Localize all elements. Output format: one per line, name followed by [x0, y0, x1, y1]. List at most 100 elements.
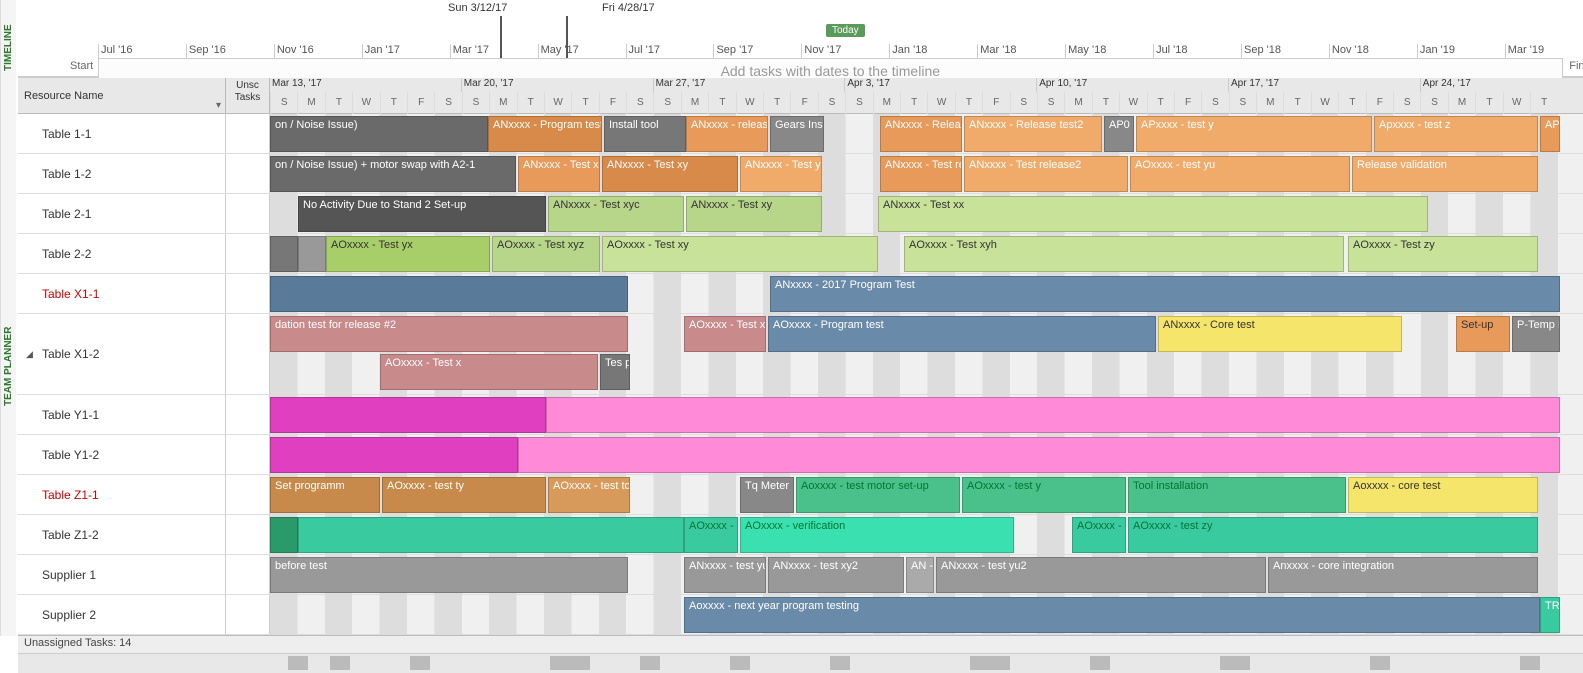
- resource-name[interactable]: Table Z1-1: [18, 475, 226, 514]
- task-bar[interactable]: ANxxxx - Test xx: [878, 196, 1428, 232]
- task-bar[interactable]: [270, 517, 298, 553]
- task-bar[interactable]: ANxxxx - test yu2: [936, 557, 1266, 593]
- task-bar[interactable]: [270, 236, 298, 272]
- task-bar[interactable]: TR: [1540, 597, 1560, 633]
- gantt-row[interactable]: [270, 395, 1583, 434]
- gantt-row[interactable]: ANxxxx - 2017 Program Test: [270, 274, 1583, 313]
- planner-body[interactable]: Table 1-1 on / Noise Issue)ANxxxx - Progr…: [18, 114, 1583, 635]
- task-bar[interactable]: Apxxxx - test z: [1374, 116, 1538, 152]
- gantt-row[interactable]: Aoxxxx - next year program testingTR: [270, 595, 1583, 634]
- task-bar[interactable]: dation test for release #2: [270, 316, 628, 352]
- task-bar[interactable]: ANxxxx - Program test: [488, 116, 602, 152]
- gantt-row[interactable]: AOxxxx - OCAOxxxx - verification AOxxxx -…: [270, 515, 1583, 554]
- task-bar[interactable]: [546, 397, 1560, 433]
- unassigned-footer[interactable]: Unassigned Tasks: 14: [18, 635, 1583, 653]
- task-bar[interactable]: Set-up: [1456, 316, 1510, 352]
- task-bar[interactable]: ANxxxx - release test: [686, 116, 768, 152]
- task-bar[interactable]: AOxxxx - Test yx: [326, 236, 490, 272]
- resource-name[interactable]: Supplier 2: [18, 595, 226, 634]
- task-bar[interactable]: [270, 437, 518, 473]
- team-planner-label: TEAM PLANNER: [0, 96, 16, 636]
- task-bar[interactable]: ANxxxx - Test release: [880, 156, 962, 192]
- task-bar[interactable]: AOxxxx - test y: [962, 477, 1126, 513]
- timeline-finish-label: Finish: [1569, 60, 1583, 72]
- resource-name[interactable]: Table 1-1: [18, 114, 226, 153]
- collapse-icon[interactable]: ◢: [26, 349, 33, 360]
- task-bar[interactable]: ANxxxx - 2017 Program Test: [770, 276, 1560, 312]
- gantt-row[interactable]: before testANxxxx - test yuANxxxx - test…: [270, 555, 1583, 594]
- task-bar[interactable]: Gears Install: [770, 116, 824, 152]
- task-bar[interactable]: ANxxxx - test xy2: [768, 557, 904, 593]
- resource-name[interactable]: Table 2-1: [18, 194, 226, 233]
- resource-name[interactable]: Supplier 1: [18, 555, 226, 594]
- task-bar[interactable]: AOxxxx - Test x: [380, 354, 598, 390]
- sort-icon[interactable]: ▾: [216, 100, 221, 111]
- task-bar[interactable]: [518, 437, 1560, 473]
- task-bar[interactable]: ANxxxx - Test xyc: [548, 196, 684, 232]
- gantt-row[interactable]: No Activity Due to Stand 2 Set-upANxxxx …: [270, 194, 1583, 233]
- task-bar[interactable]: AOxxxx - Test xy: [602, 236, 878, 272]
- task-bar[interactable]: Tool installation: [1128, 477, 1346, 513]
- task-bar[interactable]: [270, 276, 628, 312]
- col-unscheduled[interactable]: Unsc Tasks: [226, 78, 270, 113]
- task-bar[interactable]: [270, 397, 546, 433]
- gantt-row[interactable]: Set programmAOxxxx - test tyAOxxxx - tes…: [270, 475, 1583, 514]
- gantt-row[interactable]: [270, 435, 1583, 474]
- resource-name[interactable]: Table 2-2: [18, 234, 226, 273]
- task-bar[interactable]: ANxxxx - Test xy: [602, 156, 738, 192]
- task-bar[interactable]: Tq Meter: [740, 477, 794, 513]
- task-bar[interactable]: on / Noise Issue): [270, 116, 488, 152]
- resource-name[interactable]: Table Z1-2: [18, 515, 226, 554]
- task-bar[interactable]: ANxxxx - test yu: [684, 557, 766, 593]
- task-bar[interactable]: Aoxxxx - next year program testing: [684, 597, 1540, 633]
- task-bar[interactable]: AP: [1540, 116, 1560, 152]
- task-bar[interactable]: Set programm: [270, 477, 380, 513]
- task-bar[interactable]: AOxxxx - test zy: [1128, 517, 1538, 553]
- task-bar[interactable]: AOxxxx - verification: [740, 517, 1014, 553]
- task-bar[interactable]: AOxxxx - Test xyh: [904, 236, 1344, 272]
- task-bar[interactable]: Aoxxxx - test motor set-up: [796, 477, 960, 513]
- task-bar[interactable]: ANxxxx - Test yy: [740, 156, 822, 192]
- task-bar[interactable]: ANxxxx - Release test2: [880, 116, 962, 152]
- task-bar[interactable]: Anxxxx - core integration: [1268, 557, 1538, 593]
- task-bar[interactable]: APxxxx - test y: [1136, 116, 1372, 152]
- resource-name[interactable]: Table 1-2: [18, 154, 226, 193]
- task-bar[interactable]: AN -: [906, 557, 934, 593]
- task-bar[interactable]: AOxxxx - test ty: [382, 477, 546, 513]
- task-bar[interactable]: AOxxxx - Test zy: [1348, 236, 1538, 272]
- task-bar[interactable]: No Activity Due to Stand 2 Set-up: [298, 196, 546, 232]
- col-resource-name[interactable]: Resource Name ▾: [18, 78, 226, 113]
- task-bar[interactable]: P-Temp Motor: [1512, 316, 1560, 352]
- task-bar[interactable]: AOxxxx - Test xyz: [492, 236, 600, 272]
- task-bar[interactable]: AOxxxx - Program test: [768, 316, 1156, 352]
- task-bar[interactable]: Install tool: [604, 116, 686, 152]
- gantt-row[interactable]: dation test for release #2AOxxxx - Test …: [270, 314, 1583, 394]
- resource-name[interactable]: Table X1-1: [18, 274, 226, 313]
- gantt-row[interactable]: on / Noise Issue)ANxxxx - Program testIn…: [270, 114, 1583, 153]
- task-bar[interactable]: AOxxxx - OC: [684, 517, 738, 553]
- resource-name[interactable]: ◢Table X1-2: [18, 314, 226, 394]
- task-bar[interactable]: ANxxxx - Test release2: [964, 156, 1128, 192]
- task-bar[interactable]: AP0 -: [1104, 116, 1134, 152]
- task-bar[interactable]: Aoxxxx - core test: [1348, 477, 1538, 513]
- task-bar[interactable]: AOxxxx - Verify: [1072, 517, 1126, 553]
- task-bar[interactable]: Tes pau: [600, 354, 630, 390]
- task-bar[interactable]: ANxxxx - Release test2: [964, 116, 1102, 152]
- task-bar[interactable]: ANxxxx - Test xy: [686, 196, 822, 232]
- task-bar[interactable]: AOxxxx - test tc: [548, 477, 630, 513]
- gantt-row[interactable]: AOxxxx - Test yxAOxxxx - Test xyzAOxxxx …: [270, 234, 1583, 273]
- gantt-row[interactable]: on / Noise Issue) + motor swap with A2-1…: [270, 154, 1583, 193]
- task-bar[interactable]: AOxxxx - test yu: [1130, 156, 1350, 192]
- resource-name[interactable]: Table Y1-1: [18, 395, 226, 434]
- resource-name[interactable]: Table Y1-2: [18, 435, 226, 474]
- task-bar[interactable]: [298, 517, 684, 553]
- task-bar[interactable]: ANxxxx - Core test: [1158, 316, 1402, 352]
- timeline-panel[interactable]: Sun 3/12/17 Fri 4/28/17 Today Jul '16Sep…: [18, 0, 1583, 78]
- task-bar[interactable]: AOxxxx - Test x: [684, 316, 766, 352]
- task-bar[interactable]: ANxxxx - Test xx: [518, 156, 600, 192]
- task-bar[interactable]: [298, 236, 326, 272]
- col-dates: Mar 13, '17Mar 20, '17Mar 27, '17Apr 3, …: [270, 78, 1583, 113]
- task-bar[interactable]: before test: [270, 557, 628, 593]
- task-bar[interactable]: on / Noise Issue) + motor swap with A2-1: [270, 156, 516, 192]
- task-bar[interactable]: Release validation: [1352, 156, 1538, 192]
